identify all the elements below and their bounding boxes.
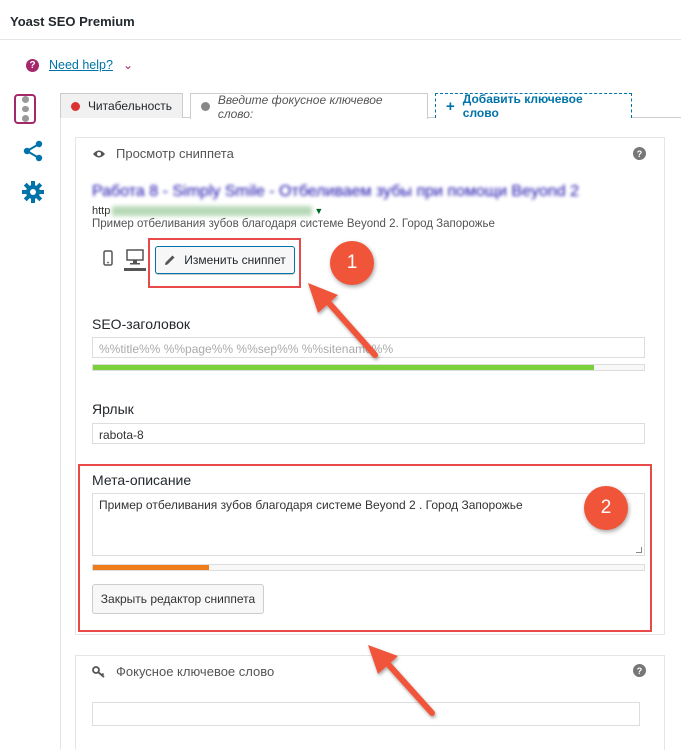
annotation-arrow-1	[308, 283, 378, 358]
annotation-arrows	[308, 283, 435, 716]
annotation-arrow-2	[368, 645, 435, 716]
